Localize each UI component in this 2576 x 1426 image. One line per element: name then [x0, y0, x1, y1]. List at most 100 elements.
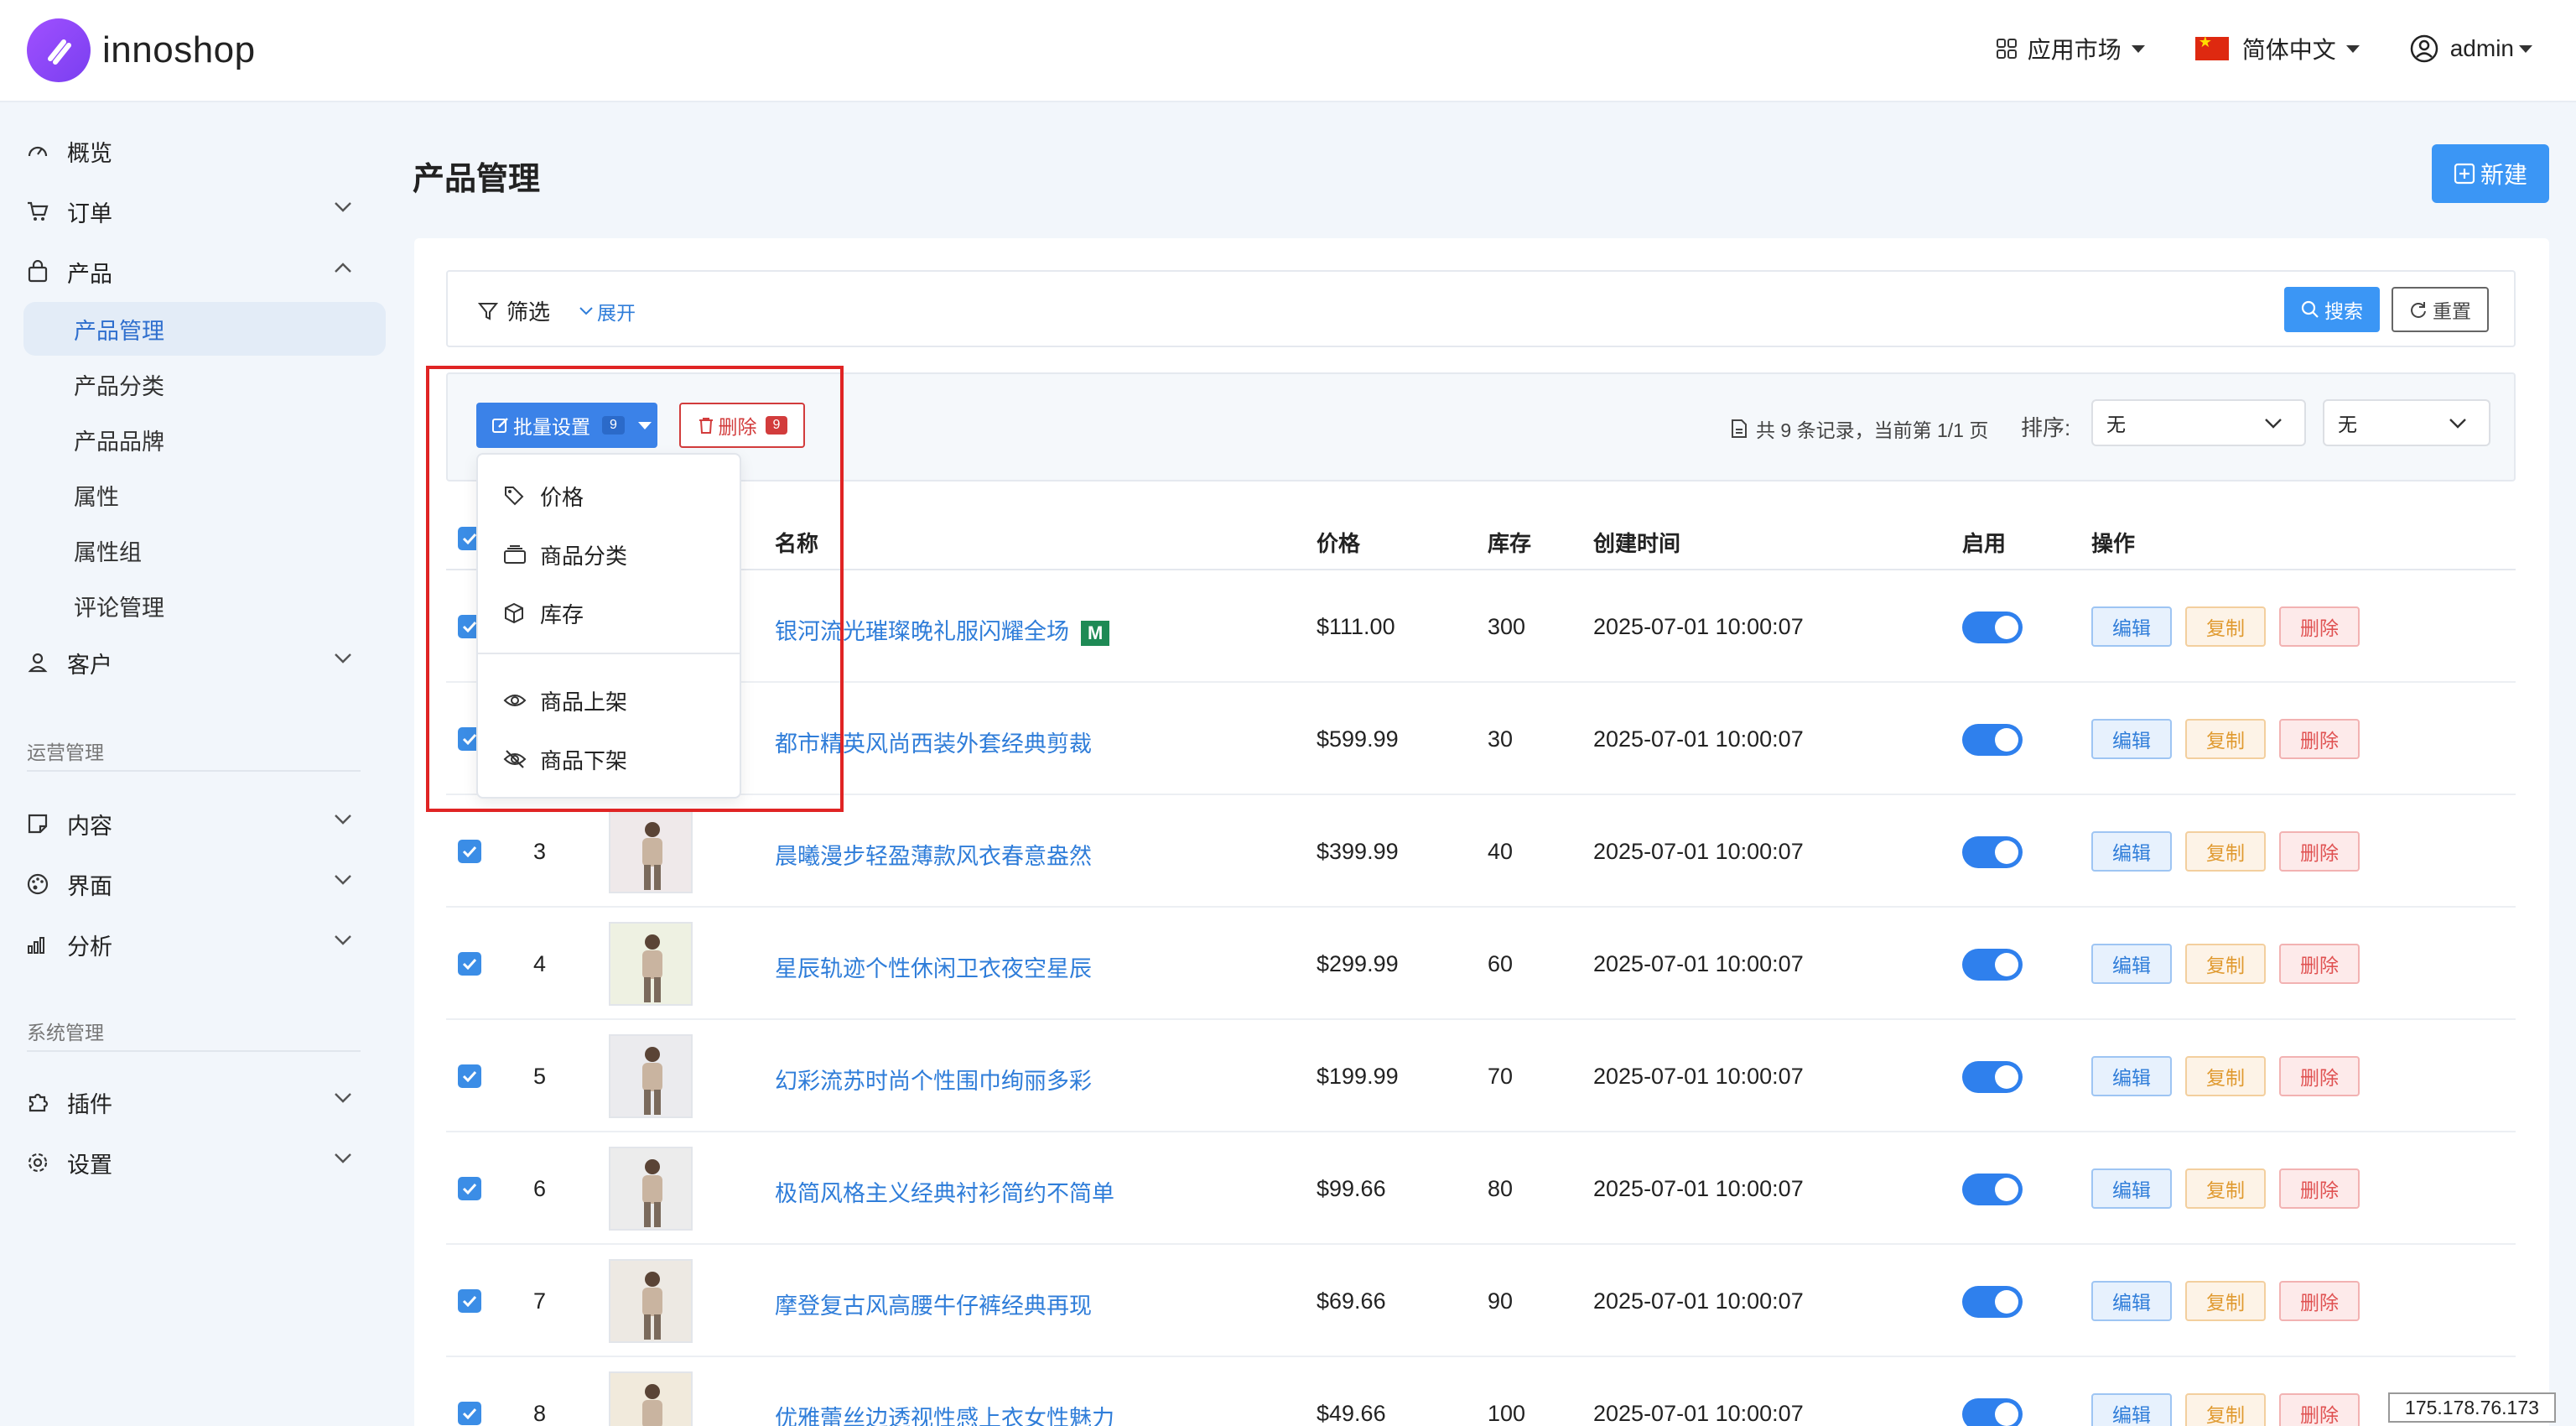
edit-button[interactable]: 编辑	[2091, 1393, 2172, 1426]
product-thumbnail[interactable]	[609, 1147, 693, 1231]
row-checkbox[interactable]	[458, 1289, 481, 1313]
product-name-link[interactable]: 星辰轨迹个性休闲卫衣夜空星辰	[775, 950, 1092, 983]
search-button[interactable]: 搜索	[2284, 287, 2380, 332]
reset-button[interactable]: 重置	[2392, 287, 2489, 332]
delete-button[interactable]: 删除	[2279, 1056, 2360, 1096]
search-label: 搜索	[2324, 300, 2363, 322]
copy-button[interactable]: 复制	[2185, 944, 2266, 984]
enable-toggle[interactable]	[1962, 1286, 2023, 1318]
sidebar-item-attribute-group[interactable]: 属性组	[23, 523, 386, 577]
sidebar-item-customers[interactable]: 客户	[25, 638, 369, 688]
product-price: $111.00	[1317, 614, 1395, 639]
sort-order-select[interactable]: 无	[2323, 399, 2490, 446]
row-checkbox[interactable]	[458, 1402, 481, 1425]
copy-button[interactable]: 复制	[2185, 831, 2266, 872]
user-menu[interactable]: admin	[2410, 34, 2532, 63]
logo[interactable]: innoshop	[27, 18, 256, 82]
filter-expand-link[interactable]: 展开	[579, 297, 636, 325]
delete-button[interactable]: 删除	[2279, 944, 2360, 984]
chevron-down-icon	[335, 653, 351, 664]
column-header-stock[interactable]: 库存	[1488, 527, 1531, 558]
row-checkbox[interactable]	[458, 840, 481, 863]
delete-button[interactable]: 删除	[2279, 1393, 2360, 1426]
chevron-down-icon	[2265, 419, 2282, 429]
enable-toggle[interactable]	[1962, 724, 2023, 756]
edit-button[interactable]: 编辑	[2091, 1281, 2172, 1321]
product-thumbnail[interactable]	[609, 922, 693, 1006]
edit-button[interactable]: 编辑	[2091, 944, 2172, 984]
sidebar-item-analytics[interactable]: 分析	[25, 919, 369, 970]
product-price: $69.66	[1317, 1288, 1386, 1314]
innoshop-logo-icon	[27, 18, 91, 82]
sort-field-select[interactable]: 无	[2091, 399, 2306, 446]
sidebar-item-overview[interactable]: 概览	[25, 126, 369, 176]
enable-toggle[interactable]	[1962, 836, 2023, 868]
row-checkbox[interactable]	[458, 1064, 481, 1088]
product-name-link[interactable]: 优雅蕾丝边透视性感上衣女性魅力	[775, 1400, 1114, 1426]
chevron-down-icon	[335, 1093, 351, 1103]
enable-toggle[interactable]	[1962, 1061, 2023, 1093]
sidebar-item-plugins[interactable]: 插件	[25, 1077, 369, 1127]
refresh-icon	[2411, 302, 2426, 318]
column-header-price[interactable]: 价格	[1317, 527, 1360, 558]
enable-toggle[interactable]	[1962, 612, 2023, 643]
product-thumbnail[interactable]	[609, 1034, 693, 1118]
sidebar-item-settings[interactable]: 设置	[25, 1137, 369, 1188]
edit-button[interactable]: 编辑	[2091, 719, 2172, 759]
row-checkbox[interactable]	[458, 1177, 481, 1200]
enable-toggle[interactable]	[1962, 949, 2023, 981]
sidebar-item-attribute[interactable]: 属性	[23, 468, 386, 522]
product-name-link[interactable]: 晨曦漫步轻盈薄款风衣春意盎然	[775, 838, 1092, 871]
delete-button[interactable]: 删除	[2279, 1168, 2360, 1209]
product-name-text: 优雅蕾丝边透视性感上衣女性魅力	[775, 1406, 1114, 1426]
copy-button[interactable]: 复制	[2185, 1393, 2266, 1426]
edit-button[interactable]: 编辑	[2091, 1168, 2172, 1209]
product-photo-icon	[642, 1272, 662, 1340]
palette-icon	[25, 872, 50, 897]
product-name-link[interactable]: 幻彩流苏时尚个性围巾绚丽多彩	[775, 1063, 1092, 1096]
copy-button[interactable]: 复制	[2185, 1281, 2266, 1321]
new-product-button[interactable]: 新建	[2432, 144, 2549, 203]
sidebar-item-products[interactable]: 产品	[25, 247, 369, 297]
product-thumbnail[interactable]	[609, 809, 693, 893]
bar-chart-icon	[25, 932, 50, 957]
table-row: 6 极简风格主义经典衬衫简约不简单 $99.66 80 2025-07-01 10:00…	[446, 1132, 2516, 1245]
edit-button[interactable]: 编辑	[2091, 831, 2172, 872]
sidebar-item-product-category[interactable]: 产品分类	[23, 357, 386, 411]
language-menu[interactable]: 简体中文	[2194, 32, 2360, 65]
record-summary: 共 9 条记录，当前第 1/1 页	[1731, 414, 1988, 443]
delete-button[interactable]: 删除	[2279, 606, 2360, 647]
chevron-down-icon	[2449, 419, 2466, 429]
sidebar-item-orders[interactable]: 订单	[25, 186, 369, 237]
copy-button[interactable]: 复制	[2185, 606, 2266, 647]
sidebar-item-ui[interactable]: 界面	[25, 859, 369, 909]
product-created-time: 2025-07-01 10:00:07	[1593, 1288, 1804, 1314]
delete-button[interactable]: 删除	[2279, 719, 2360, 759]
app-market-menu[interactable]: 应用市场	[1996, 32, 2145, 65]
product-thumbnail[interactable]	[609, 1259, 693, 1343]
sidebar-label: 内容	[67, 813, 112, 839]
chevron-down-icon	[335, 1153, 351, 1163]
enable-toggle[interactable]	[1962, 1398, 2023, 1426]
sidebar-item-reviews[interactable]: 评论管理	[23, 579, 386, 632]
sidebar-item-product-brand[interactable]: 产品品牌	[23, 413, 386, 466]
section-divider	[27, 770, 361, 772]
edit-button[interactable]: 编辑	[2091, 1056, 2172, 1096]
edit-button[interactable]: 编辑	[2091, 606, 2172, 647]
master-badge: M	[1081, 620, 1110, 646]
filter-toggle[interactable]: 筛选	[478, 295, 550, 326]
product-thumbnail[interactable]	[609, 1371, 693, 1426]
product-name-link[interactable]: 极简风格主义经典衬衫简约不简单	[775, 1175, 1114, 1208]
copy-button[interactable]: 复制	[2185, 1056, 2266, 1096]
delete-button[interactable]: 删除	[2279, 831, 2360, 872]
sidebar-label: 产品	[67, 261, 112, 287]
copy-button[interactable]: 复制	[2185, 1168, 2266, 1209]
sidebar-item-product-management[interactable]: 产品管理	[23, 302, 386, 356]
product-name-link[interactable]: 摩登复古风高腰牛仔裤经典再现	[775, 1288, 1092, 1320]
column-header-created[interactable]: 创建时间	[1593, 527, 1680, 558]
copy-button[interactable]: 复制	[2185, 719, 2266, 759]
sidebar-item-content[interactable]: 内容	[25, 799, 369, 849]
delete-button[interactable]: 删除	[2279, 1281, 2360, 1321]
enable-toggle[interactable]	[1962, 1174, 2023, 1205]
row-checkbox[interactable]	[458, 952, 481, 976]
